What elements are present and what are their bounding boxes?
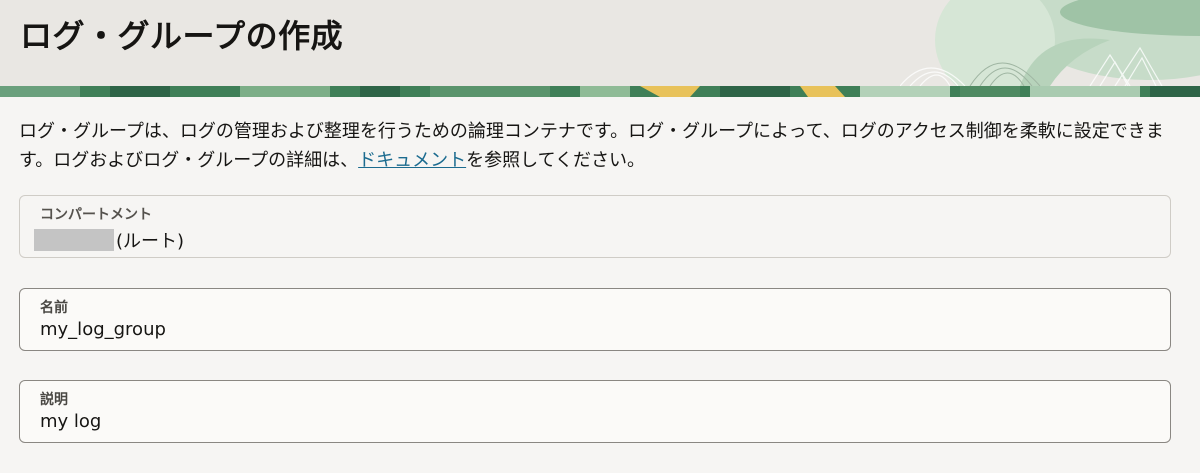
- compartment-label: コンパートメント: [40, 207, 152, 223]
- name-input[interactable]: [40, 319, 1140, 340]
- page-title: ログ・グループの作成: [20, 17, 344, 55]
- description-input[interactable]: [40, 411, 1140, 432]
- description-label: 説明: [40, 392, 68, 408]
- name-label: 名前: [40, 300, 68, 316]
- description-field[interactable]: 説明: [19, 380, 1171, 443]
- decorative-banner: [0, 86, 1200, 97]
- compartment-root-label: (ルート): [116, 231, 185, 252]
- redacted-tenancy-name: [34, 229, 114, 251]
- intro-text-end: を参照してください。: [466, 150, 646, 171]
- decorative-leaf-art: [900, 0, 1200, 86]
- intro-paragraph: ログ・グループは、ログの管理および整理を行うための論理コンテナです。ログ・グルー…: [19, 117, 1179, 175]
- page-header: ログ・グループの作成: [0, 0, 1200, 86]
- compartment-field: コンパートメント (ルート): [19, 195, 1171, 258]
- documentation-link[interactable]: ドキュメント: [358, 150, 466, 171]
- name-field[interactable]: 名前: [19, 288, 1171, 351]
- compartment-value: (ルート): [34, 228, 184, 252]
